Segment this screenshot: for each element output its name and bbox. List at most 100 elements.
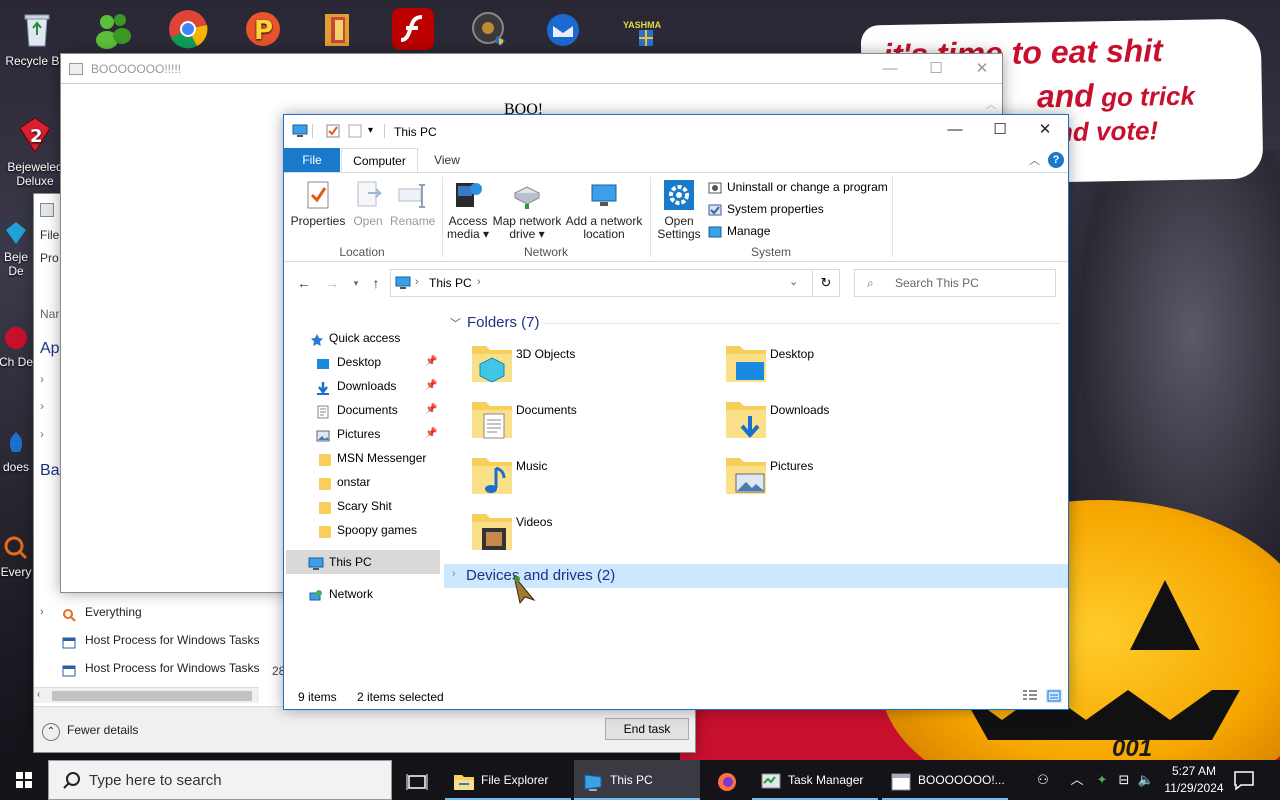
tm-expand-chevron[interactable]: › bbox=[40, 427, 44, 441]
desktop-icon-pacman[interactable]: P bbox=[228, 8, 298, 54]
nav-onstar[interactable]: onstar bbox=[284, 470, 442, 494]
uninstall-program-button[interactable]: Uninstall or change a program bbox=[708, 177, 888, 197]
collapse-ribbon-icon[interactable]: ︿ bbox=[1029, 152, 1040, 168]
file-explorer-window[interactable]: ▾ This PC — ☐ ✕ File Computer View ︿ ? P… bbox=[283, 114, 1069, 710]
manage-button[interactable]: Manage bbox=[708, 221, 770, 241]
end-task-button[interactable]: End task bbox=[605, 718, 689, 740]
map-network-drive-button[interactable]: Map network drive ▾ bbox=[490, 177, 564, 241]
nav-msn-messenger[interactable]: MSN Messenger bbox=[284, 446, 442, 470]
taskbar-search[interactable]: Type here to search bbox=[48, 760, 392, 800]
large-icons-view-icon[interactable] bbox=[1046, 689, 1062, 703]
add-network-location-button[interactable]: Add a network location bbox=[564, 177, 644, 241]
details-view-icon[interactable] bbox=[1022, 689, 1038, 703]
address-bar[interactable]: › This PC › ⌄ bbox=[390, 269, 813, 297]
table-row[interactable]: Host Process for Windows Tasks bbox=[34, 655, 260, 681]
new-folder-qat-icon[interactable] bbox=[348, 124, 362, 138]
tm-column-name[interactable]: Nar bbox=[40, 307, 59, 321]
boo-titlebar[interactable]: BOOOOOOO!!!!! — ☐ ✕ bbox=[61, 54, 1002, 84]
desktop-icon-vault[interactable] bbox=[453, 8, 523, 54]
taskbar-app-file-explorer[interactable]: File Explorer bbox=[445, 760, 571, 800]
clock[interactable]: 5:27 AM 11/29/2024 bbox=[1158, 763, 1230, 797]
help-icon[interactable]: ? bbox=[1048, 152, 1064, 168]
folders-group-header[interactable]: ﹀ Folders (7) bbox=[450, 310, 540, 336]
fewer-details-button[interactable]: ⌃ Fewer details bbox=[42, 720, 138, 741]
search-box[interactable]: ⌕ Search This PC bbox=[854, 269, 1056, 297]
close-button[interactable]: ✕ bbox=[959, 54, 1005, 84]
desktop-icon-folder[interactable] bbox=[303, 8, 373, 54]
desktop-icon-does[interactable]: does bbox=[0, 430, 36, 474]
nav-pictures[interactable]: Pictures 📌 bbox=[284, 422, 442, 446]
table-row[interactable]: › Everything bbox=[34, 599, 259, 625]
desktop-icon-ch-de[interactable]: Ch De bbox=[0, 325, 36, 369]
recent-locations-button[interactable]: ▾ bbox=[346, 273, 366, 293]
nav-downloads[interactable]: Downloads 📌 bbox=[284, 374, 442, 398]
taskbar-app-this-pc[interactable]: This PC bbox=[574, 760, 700, 800]
breadcrumb-separator[interactable]: › bbox=[477, 276, 481, 288]
close-button[interactable]: ✕ bbox=[1022, 115, 1068, 145]
tab-file[interactable]: File bbox=[284, 148, 340, 172]
scroll-up-icon[interactable]: ︿ bbox=[982, 96, 1000, 114]
network-status-icon[interactable]: ⊟ bbox=[1114, 760, 1134, 800]
explorer-titlebar[interactable]: ▾ This PC — ☐ ✕ bbox=[284, 115, 1068, 147]
properties-button[interactable]: Properties bbox=[290, 177, 346, 228]
pin-icon[interactable]: 📌 bbox=[425, 398, 437, 422]
nav-quick-access[interactable]: Quick access bbox=[284, 326, 442, 350]
refresh-button[interactable]: ↻ bbox=[813, 269, 840, 297]
pin-icon[interactable]: 📌 bbox=[425, 422, 437, 446]
nav-network[interactable]: Network bbox=[284, 582, 442, 606]
desktop-icon-beje-de[interactable]: Beje De bbox=[0, 220, 36, 278]
nav-desktop[interactable]: Desktop 📌 bbox=[284, 350, 442, 374]
start-button[interactable] bbox=[0, 760, 48, 800]
folder-item-videos[interactable]: Videos bbox=[470, 508, 720, 560]
taskbar-app-firefox[interactable] bbox=[708, 760, 748, 800]
back-button[interactable]: ← bbox=[294, 273, 314, 293]
folder-item-documents[interactable]: Documents bbox=[470, 396, 720, 448]
nav-scary-shit[interactable]: Scary Shit bbox=[284, 494, 442, 518]
pin-icon[interactable]: 📌 bbox=[425, 374, 437, 398]
minimize-button[interactable]: — bbox=[867, 54, 913, 84]
open-button[interactable]: Open bbox=[348, 177, 388, 228]
tm-expand-chevron[interactable]: › bbox=[40, 399, 44, 413]
open-settings-button[interactable]: Open Settings bbox=[654, 177, 704, 241]
scrollbar-thumb[interactable] bbox=[52, 691, 252, 701]
tab-view[interactable]: View bbox=[418, 148, 476, 172]
devices-group-header[interactable]: › Devices and drives (2) bbox=[444, 564, 1068, 588]
nav-this-pc[interactable]: This PC bbox=[286, 550, 440, 574]
tm-menu-file[interactable]: File bbox=[40, 228, 59, 242]
scroll-left-icon[interactable]: ‹ bbox=[37, 689, 40, 700]
up-button[interactable]: ↑ bbox=[366, 273, 386, 293]
tab-computer[interactable]: Computer bbox=[341, 148, 418, 172]
system-properties-button[interactable]: System properties bbox=[708, 199, 824, 219]
properties-qat-icon[interactable] bbox=[326, 124, 340, 138]
customize-qat-icon[interactable]: ▾ bbox=[368, 124, 382, 138]
nav-documents[interactable]: Documents 📌 bbox=[284, 398, 442, 422]
maximize-button[interactable]: ☐ bbox=[913, 54, 959, 84]
taskbar-app-task-manager[interactable]: Task Manager bbox=[752, 760, 878, 800]
minimize-button[interactable]: — bbox=[932, 115, 978, 145]
desktop-icon-msn[interactable] bbox=[78, 8, 148, 54]
folder-item-pictures[interactable]: Pictures bbox=[724, 452, 974, 504]
horizontal-scrollbar[interactable]: ‹ bbox=[34, 687, 259, 703]
folder-item-music[interactable]: Music bbox=[470, 452, 720, 504]
desktop-icon-chrome[interactable] bbox=[153, 8, 223, 54]
desktop-icon-thunderbird[interactable] bbox=[528, 8, 598, 54]
folder-item-downloads[interactable]: Downloads bbox=[724, 396, 974, 448]
chevron-right-icon[interactable]: › bbox=[40, 599, 44, 625]
tm-tab-processes[interactable]: Pro bbox=[40, 251, 59, 265]
table-row[interactable]: Host Process for Windows Tasks bbox=[34, 627, 260, 653]
rename-button[interactable]: Rename bbox=[390, 177, 435, 228]
desktop-icon-yashma[interactable]: YASHMA bbox=[603, 8, 673, 54]
folder-item-3d-objects[interactable]: 3D Objects bbox=[470, 340, 720, 392]
breadcrumb-this-pc[interactable]: This PC bbox=[429, 276, 472, 290]
breadcrumb-separator[interactable]: › bbox=[415, 276, 419, 288]
folder-item-desktop[interactable]: Desktop bbox=[724, 340, 974, 392]
notification-center-icon[interactable] bbox=[1232, 768, 1256, 792]
volume-icon[interactable]: 🔈 bbox=[1136, 760, 1156, 800]
people-icon[interactable]: ⚇ bbox=[1030, 760, 1056, 800]
nav-spoopy-games[interactable]: Spoopy games bbox=[284, 518, 442, 542]
desktop-icon-everything[interactable]: Every bbox=[0, 535, 36, 579]
maximize-button[interactable]: ☐ bbox=[977, 115, 1023, 145]
taskbar-app-boo[interactable]: BOOOOOOO!... bbox=[882, 760, 1008, 800]
desktop-icon-flash[interactable] bbox=[378, 8, 448, 54]
tm-expand-chevron[interactable]: › bbox=[40, 372, 44, 386]
